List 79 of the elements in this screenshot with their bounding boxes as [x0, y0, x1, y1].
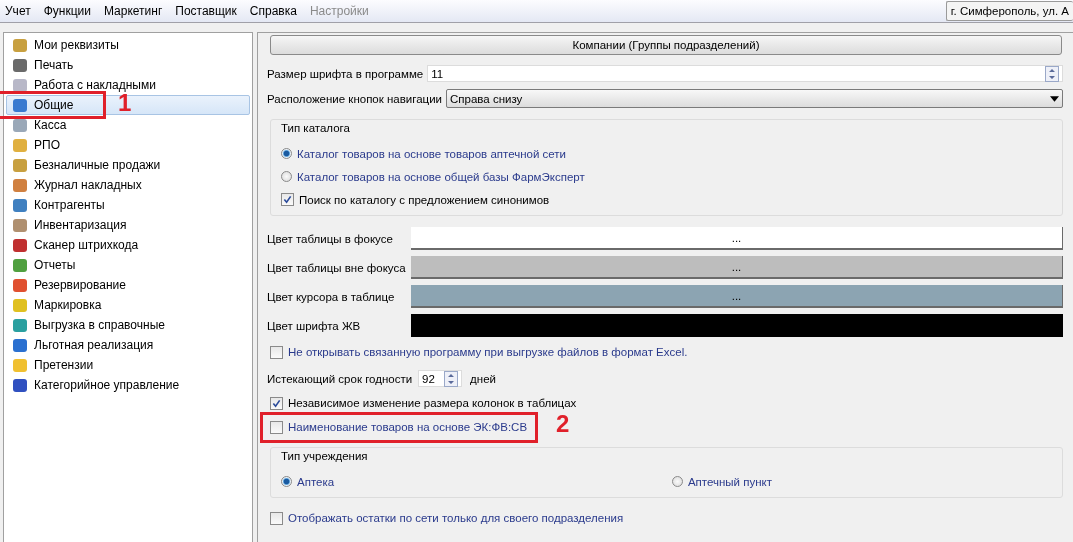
sidebar-item[interactable]: Журнал накладных [6, 175, 250, 195]
field-label: Цвет курсора в таблице [267, 290, 396, 303]
item-icon [13, 378, 27, 392]
sidebar-item[interactable]: РПО [6, 135, 250, 155]
group-title: Тип каталога [279, 122, 352, 134]
item-icon [13, 98, 27, 112]
item-icon [13, 218, 27, 232]
item-icon [13, 258, 27, 272]
color-picker[interactable] [411, 314, 1063, 337]
sidebar-item[interactable]: Печать [6, 55, 250, 75]
spin-field[interactable]: 11 [427, 65, 1063, 82]
field-label: Истекающий срок годности [267, 372, 413, 385]
sidebar-item[interactable]: Резервирование [6, 275, 250, 295]
menu-item[interactable]: Маркетинг [98, 4, 171, 22]
sidebar-item[interactable]: Безналичные продажи [6, 155, 250, 175]
spinner-icon[interactable] [444, 370, 459, 387]
checkbox[interactable] [281, 193, 294, 206]
checkbox[interactable] [270, 396, 283, 410]
item-icon [13, 198, 27, 212]
field-label: Цвет шрифта ЖВ [267, 319, 362, 332]
radio-button[interactable] [281, 476, 292, 487]
item-icon [13, 138, 27, 152]
item-icon [13, 38, 27, 52]
sidebar-item[interactable]: Льготная реализация [6, 335, 250, 355]
option-label: Отображать остатки по сети только для своего подразделения [288, 512, 624, 524]
item-icon [13, 78, 27, 92]
item-icon [13, 358, 27, 372]
sidebar-item[interactable]: Инвентаризация [6, 215, 250, 235]
spinner-icon[interactable] [1045, 65, 1059, 82]
option-label: Независимое изменение размера колонок в таблицах [288, 397, 577, 409]
option-label: Каталог товаров на основе товаров аптечной сети [297, 147, 566, 160]
item-icon [13, 278, 27, 292]
field-label: Расположение кнопок навигации [267, 92, 443, 105]
checkbox[interactable] [270, 511, 283, 525]
sidebar-item[interactable]: Сканер штрихкода [6, 235, 250, 255]
radio-button[interactable] [281, 171, 292, 182]
color-picker[interactable]: ... [411, 227, 1063, 250]
item-icon [13, 238, 27, 252]
option-label: Аптечный пункт [687, 475, 772, 488]
field-label: Цвет таблицы вне фокуса [267, 261, 407, 274]
menu-item[interactable]: Справка [244, 4, 305, 22]
color-picker[interactable]: ... [411, 256, 1063, 279]
sidebar-item[interactable]: Претензии [6, 355, 250, 375]
menu-item[interactable]: Функции [38, 4, 99, 22]
sidebar-item[interactable]: Касса [6, 115, 250, 135]
field-label: Цвет таблицы в фокусе [267, 232, 394, 245]
option-label: Аптека [297, 475, 335, 488]
spin-field[interactable]: 92 [418, 370, 463, 387]
option-label: Не открывать связанную программу при выгрузке файлов в формат Excel. [288, 346, 688, 358]
menu-item[interactable]: Поставщик [170, 4, 245, 22]
radio-button[interactable] [671, 476, 683, 487]
menu-item[interactable]: Учет [0, 4, 39, 22]
unit-label: дней [470, 372, 496, 385]
checkbox[interactable] [270, 345, 283, 359]
item-icon [13, 318, 27, 332]
location-field[interactable]: г. Симферополь, ул. А [945, 1, 1073, 21]
sidebar-item[interactable]: Выгрузка в справочные [6, 315, 250, 335]
option-label: Каталог товаров на основе общей базы ФармЭксперт [297, 170, 585, 183]
item-icon [13, 338, 27, 352]
caret-icon [1050, 95, 1059, 102]
sidebar-item[interactable]: Контрагенты [6, 195, 250, 215]
sidebar-item[interactable]: Категорийное управление [6, 375, 250, 395]
sidebar-item[interactable]: Мои реквизиты [6, 35, 250, 55]
option-label: Наименование товаров на основе ЭК:ФВ:СВ [288, 421, 528, 433]
option-label: Поиск по каталогу с предложением синонимов [299, 193, 550, 206]
radio-button[interactable] [281, 148, 292, 159]
companies-button[interactable]: Компании (Группы подразделений) [270, 35, 1062, 55]
item-icon [13, 58, 27, 72]
callout-number: 2 [556, 412, 570, 436]
sidebar-item[interactable]: Маркировка [6, 295, 250, 315]
checkbox[interactable] [270, 420, 283, 434]
field-label: Размер шрифта в программе [267, 67, 424, 80]
group-title: Тип учреждения [279, 450, 370, 462]
item-icon [13, 158, 27, 172]
item-icon [13, 178, 27, 192]
dropdown-field[interactable]: Справа снизу [446, 89, 1063, 108]
item-icon [13, 298, 27, 312]
sidebar-item[interactable]: Отчеты [6, 255, 250, 275]
color-picker[interactable]: ... [411, 285, 1063, 308]
